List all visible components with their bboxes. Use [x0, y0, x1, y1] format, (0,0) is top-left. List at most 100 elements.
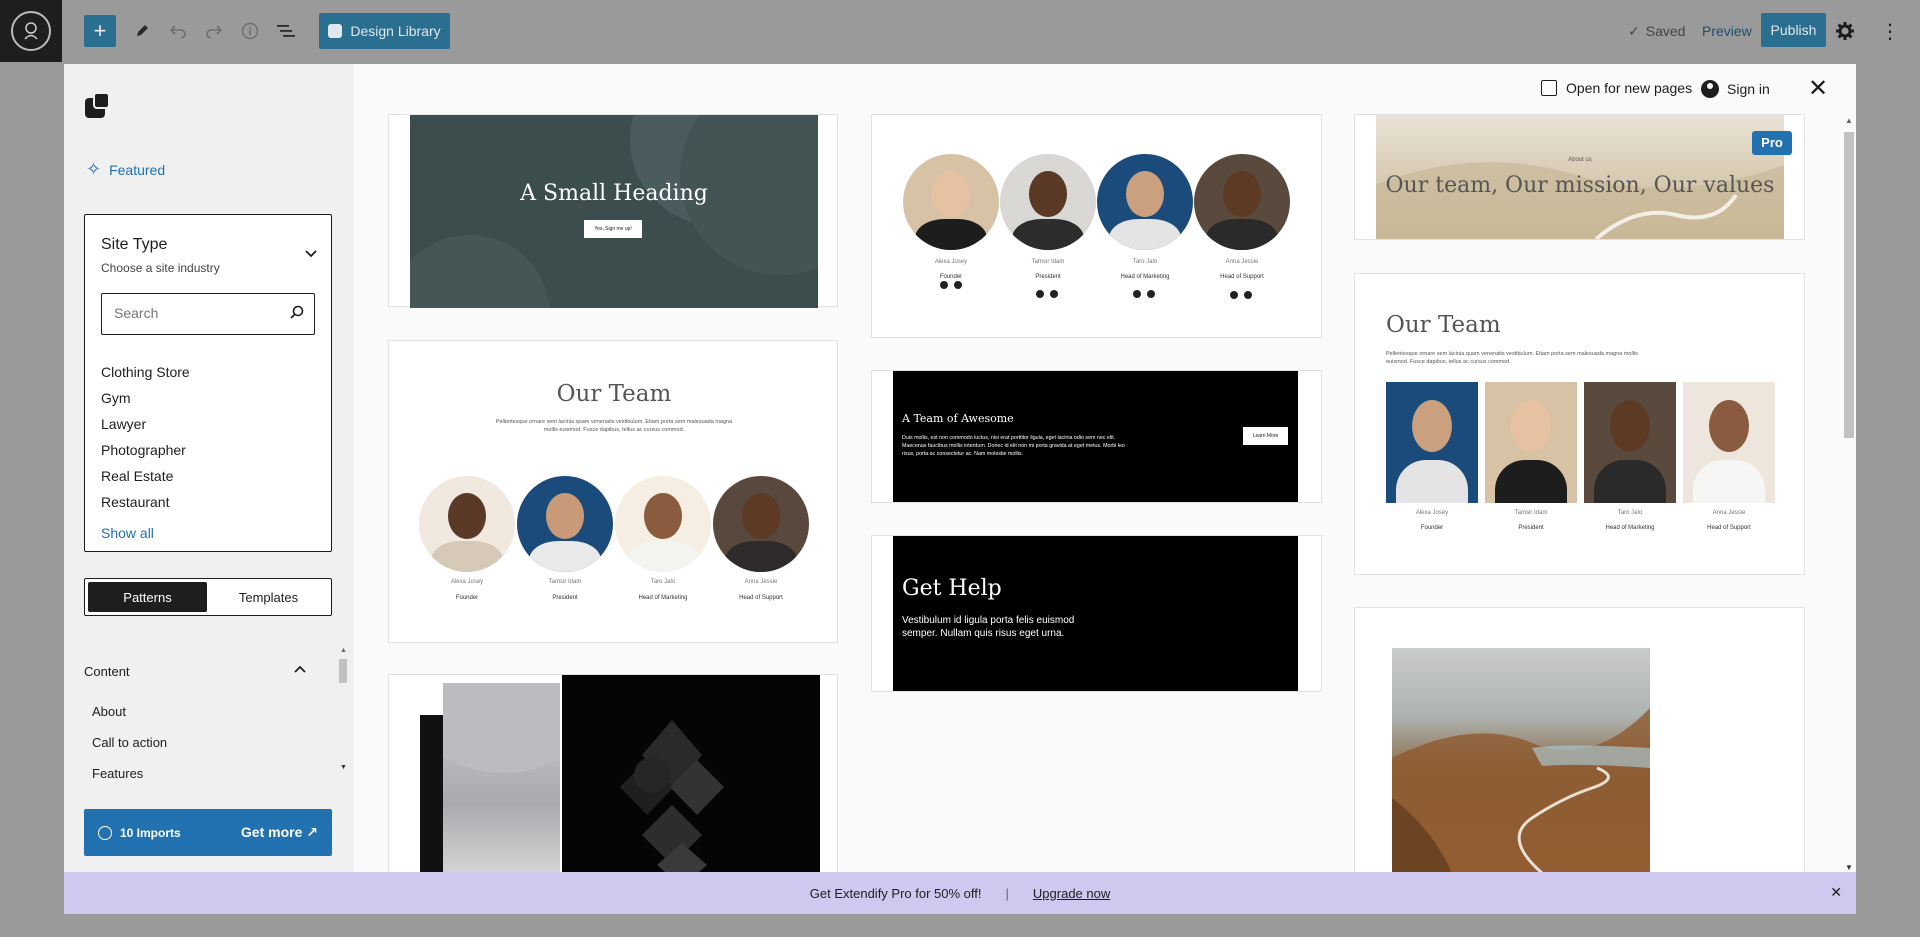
member-role: Head of Marketing [638, 595, 688, 601]
site-type-title[interactable]: Site Type [101, 236, 167, 254]
our-team-title: Our Team [556, 381, 672, 407]
small-heading-button: Yes, Sign me up! [584, 220, 642, 238]
small-heading-title: A Small Heading [520, 181, 708, 206]
search-icon [290, 305, 304, 319]
redo-icon[interactable] [199, 16, 229, 46]
user-icon [1701, 80, 1719, 98]
category-item[interactable]: Features [92, 766, 167, 797]
team-photo [419, 476, 515, 572]
info-icon[interactable] [235, 16, 265, 46]
pattern-card-team-circles[interactable]: Alexa Josey Tamsir Idam Taro Jalo Anna J… [871, 114, 1322, 338]
scrollbar-thumb[interactable] [1844, 132, 1854, 438]
member-name: Tamsir Idam [548, 579, 582, 585]
promo-separator: | [1005, 885, 1009, 901]
member-name: Anna Jessie [1225, 259, 1259, 265]
member-name: Anna Jessie [1712, 510, 1746, 516]
open-new-pages-label: Open for new pages [1566, 80, 1693, 96]
pattern-preview-accent [420, 715, 443, 895]
get-help-text: Vestibulum id ligula porta felis euismod… [902, 615, 1075, 639]
site-icon [11, 11, 51, 51]
scroll-down-icon[interactable]: ▼ [340, 764, 347, 771]
content-header[interactable]: Content [84, 664, 130, 679]
tab-patterns[interactable]: Patterns [88, 582, 207, 612]
team-photo [1584, 382, 1676, 503]
show-all-link[interactable]: Show all [101, 525, 154, 541]
patterns-templates-toggle: Patterns Templates [84, 578, 332, 616]
pro-badge: Pro [1752, 131, 1792, 155]
category-item[interactable]: Call to action [92, 735, 167, 766]
pattern-card-team-awesome[interactable]: A Team of Awesome Duis mollis, est non c… [871, 370, 1322, 503]
close-promo-icon[interactable]: ✕ [1830, 884, 1842, 901]
undo-icon[interactable] [163, 16, 193, 46]
site-type-search[interactable] [101, 293, 315, 335]
social-icons [940, 281, 1252, 299]
sign-in-label: Sign in [1727, 81, 1770, 97]
member-name: Anna Jessie [744, 579, 778, 585]
more-options-icon[interactable]: ⋮ [1880, 16, 1900, 46]
settings-gear-icon[interactable] [1836, 16, 1854, 46]
category-scrollbar[interactable]: ▲ ▼ [338, 647, 348, 777]
site-type-item[interactable]: Photographer [101, 441, 190, 467]
publish-button[interactable]: Publish [1761, 13, 1826, 47]
our-team-photos-text: Pellentesque ornare sem lacinia quam ven… [1386, 351, 1638, 365]
add-block-button[interactable]: + [84, 15, 116, 47]
pattern-card-our-team-circles[interactable]: Our Team Pellentesque ornare sem lacinia… [388, 340, 838, 643]
pattern-card-get-help[interactable]: Get Help Vestibulum id ligula porta feli… [871, 535, 1322, 692]
member-name: Taro Jalo [1132, 259, 1158, 265]
member-name: Alexa Josey [1415, 510, 1449, 516]
preview-button[interactable]: Preview [1702, 16, 1752, 46]
upgrade-now-link[interactable]: Upgrade now [1033, 886, 1110, 901]
learn-more-button: Learn More [1243, 427, 1288, 445]
pattern-card-abstract[interactable] [388, 674, 838, 895]
content-category-panel: Content About Call to action Features ▲ … [64, 642, 354, 782]
site-type-item[interactable]: Lawyer [101, 415, 190, 441]
member-role: Head of Support [1707, 525, 1751, 531]
category-item[interactable]: About [92, 704, 167, 735]
saved-label: Saved [1645, 23, 1686, 39]
pattern-preview: About us Our team, Our mission, Our valu… [1376, 115, 1784, 239]
team-photo [517, 476, 613, 572]
team-photo [615, 476, 711, 572]
pattern-card-landscape[interactable] [1354, 607, 1805, 887]
mission-kicker: About us [1568, 157, 1592, 163]
site-type-item[interactable]: Restaurant [101, 493, 190, 519]
site-type-item[interactable]: Gym [101, 389, 190, 415]
design-library-label: Design Library [350, 23, 441, 39]
imports-bar[interactable]: 10 Imports Get more ↗ [84, 809, 332, 856]
scroll-up-icon[interactable]: ▲ [340, 647, 347, 654]
get-more-label: Get more [240, 824, 303, 840]
scroll-up-icon[interactable]: ▲ [1845, 116, 1853, 125]
member-name: Tamsir Idam [1514, 510, 1548, 516]
our-team-text: Pellentesque ornare sem lacinia quam ven… [495, 419, 733, 433]
tab-templates[interactable]: Templates [209, 582, 328, 612]
chevron-up-icon[interactable] [294, 660, 306, 676]
site-logo[interactable] [0, 0, 62, 62]
get-more-link[interactable]: Get more ↗ [241, 824, 318, 841]
site-type-item[interactable]: Clothing Store [101, 363, 190, 389]
pattern-card-our-team-photos[interactable]: Our Team Pellentesque ornare sem lacinia… [1354, 273, 1805, 575]
scrollbar-thumb[interactable] [339, 659, 347, 683]
pattern-preview-dark [562, 675, 820, 885]
team-photo [1683, 382, 1775, 503]
open-for-new-pages-option[interactable]: Open for new pages [1541, 80, 1692, 96]
design-library-button[interactable]: Design Library [319, 13, 450, 49]
site-type-item[interactable]: Real Estate [101, 467, 190, 493]
close-icon[interactable]: ✕ [1808, 74, 1828, 103]
site-type-panel: Site Type Choose a site industry Clothin… [84, 214, 332, 552]
edit-tool-icon[interactable] [127, 16, 157, 46]
featured-link[interactable]: ✧ Featured [86, 159, 165, 180]
scroll-down-icon[interactable]: ▼ [1845, 863, 1853, 872]
pattern-card-team-mission[interactable]: About us Our team, Our mission, Our valu… [1354, 114, 1805, 240]
member-role: President [552, 595, 578, 601]
sign-in-button[interactable]: Sign in [1701, 80, 1770, 98]
team-photo [713, 476, 809, 572]
landscape-photo [1392, 648, 1650, 873]
site-type-search-input[interactable] [114, 294, 284, 332]
awesome-text: Duis mollis, est non commodo luctus, nis… [902, 435, 1125, 457]
pattern-grid-scrollbar[interactable]: ▲ ▼ [1842, 116, 1856, 872]
list-view-icon[interactable] [271, 16, 301, 46]
pattern-card-small-heading[interactable]: A Small Heading Yes, Sign me up! [388, 114, 838, 308]
open-new-pages-checkbox[interactable] [1541, 80, 1557, 96]
promo-banner: Get Extendify Pro for 50% off! | Upgrade… [64, 872, 1856, 914]
chevron-down-icon[interactable] [305, 245, 317, 261]
